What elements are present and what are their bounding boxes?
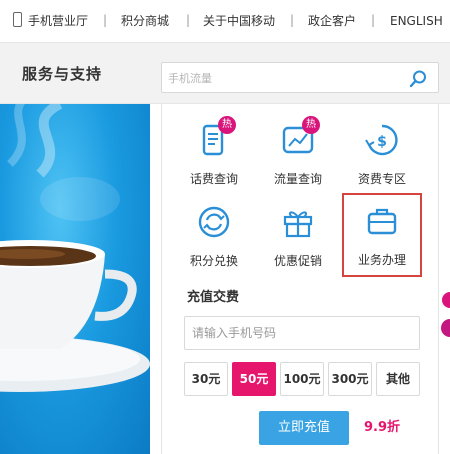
amount-30-button[interactable]: 30元 (184, 362, 228, 396)
tile-label: 业务办理 (357, 253, 406, 267)
search-input[interactable] (168, 69, 388, 87)
briefcase-icon (367, 208, 397, 235)
recharge-title: 充值交费 (187, 290, 240, 305)
nav-english[interactable]: ENGLISH (390, 13, 443, 29)
nav-separator: | (186, 13, 191, 27)
nav-separator: | (103, 13, 108, 27)
discount-label: 9.9折 (364, 420, 401, 435)
service-panel: 热 话费查询 热 流量查询 $ 资费专区 积分兑换 优惠促销 业务办理 充值交费… (161, 104, 439, 454)
refresh-icon (198, 206, 230, 238)
tile-bill-query[interactable]: 热 话费查询 (174, 114, 254, 194)
coffee-cup-image (0, 104, 150, 392)
nav-separator: | (371, 13, 376, 27)
nav-about[interactable]: 关于中国移动 (203, 13, 275, 29)
search-icon[interactable] (408, 69, 428, 89)
amount-50-button[interactable]: 50元 (232, 362, 276, 396)
hot-badge: 热 (218, 116, 236, 134)
hero-banner[interactable] (0, 104, 150, 454)
svg-text:$: $ (377, 134, 387, 150)
search-box (161, 62, 439, 93)
tile-price-zone[interactable]: $ 资费专区 (342, 114, 422, 194)
nav-separator: | (290, 13, 295, 27)
service-bar: 服务与支持 (0, 42, 450, 104)
amount-100-button[interactable]: 100元 (280, 362, 324, 396)
price-icon: $ (365, 124, 398, 156)
tile-points-exchange[interactable]: 积分兑换 (174, 196, 254, 276)
amount-300-button[interactable]: 300元 (328, 362, 372, 396)
nav-enterprise[interactable]: 政企客户 (308, 13, 356, 29)
nav-mobile-hall[interactable]: 手机营业厅 (28, 13, 88, 29)
tile-label: 优惠促销 (273, 254, 322, 268)
tile-business-handling[interactable]: 业务办理 (342, 193, 422, 277)
tile-label: 流量查询 (273, 172, 322, 186)
side-float-widget[interactable] (440, 292, 450, 342)
top-nav: 手机营业厅 | 积分商城 | 关于中国移动 | 政企客户 | ENGLISH (0, 0, 450, 42)
hot-badge: 热 (302, 116, 320, 134)
side-float-icon (441, 292, 450, 337)
tile-data-query[interactable]: 热 流量查询 (258, 114, 338, 194)
service-title: 服务与支持 (22, 65, 103, 83)
phone-number-input[interactable] (184, 316, 420, 350)
recharge-submit-button[interactable]: 立即充值 (259, 411, 349, 445)
mobile-phone-icon (13, 12, 22, 27)
amount-other-button[interactable]: 其他 (376, 362, 420, 396)
gift-icon (283, 211, 313, 238)
tile-promotions[interactable]: 优惠促销 (258, 196, 338, 276)
tile-label: 资费专区 (357, 172, 406, 186)
tile-label: 积分兑换 (189, 254, 238, 268)
tile-label: 话费查询 (189, 172, 238, 186)
nav-points-mall[interactable]: 积分商城 (121, 13, 169, 29)
